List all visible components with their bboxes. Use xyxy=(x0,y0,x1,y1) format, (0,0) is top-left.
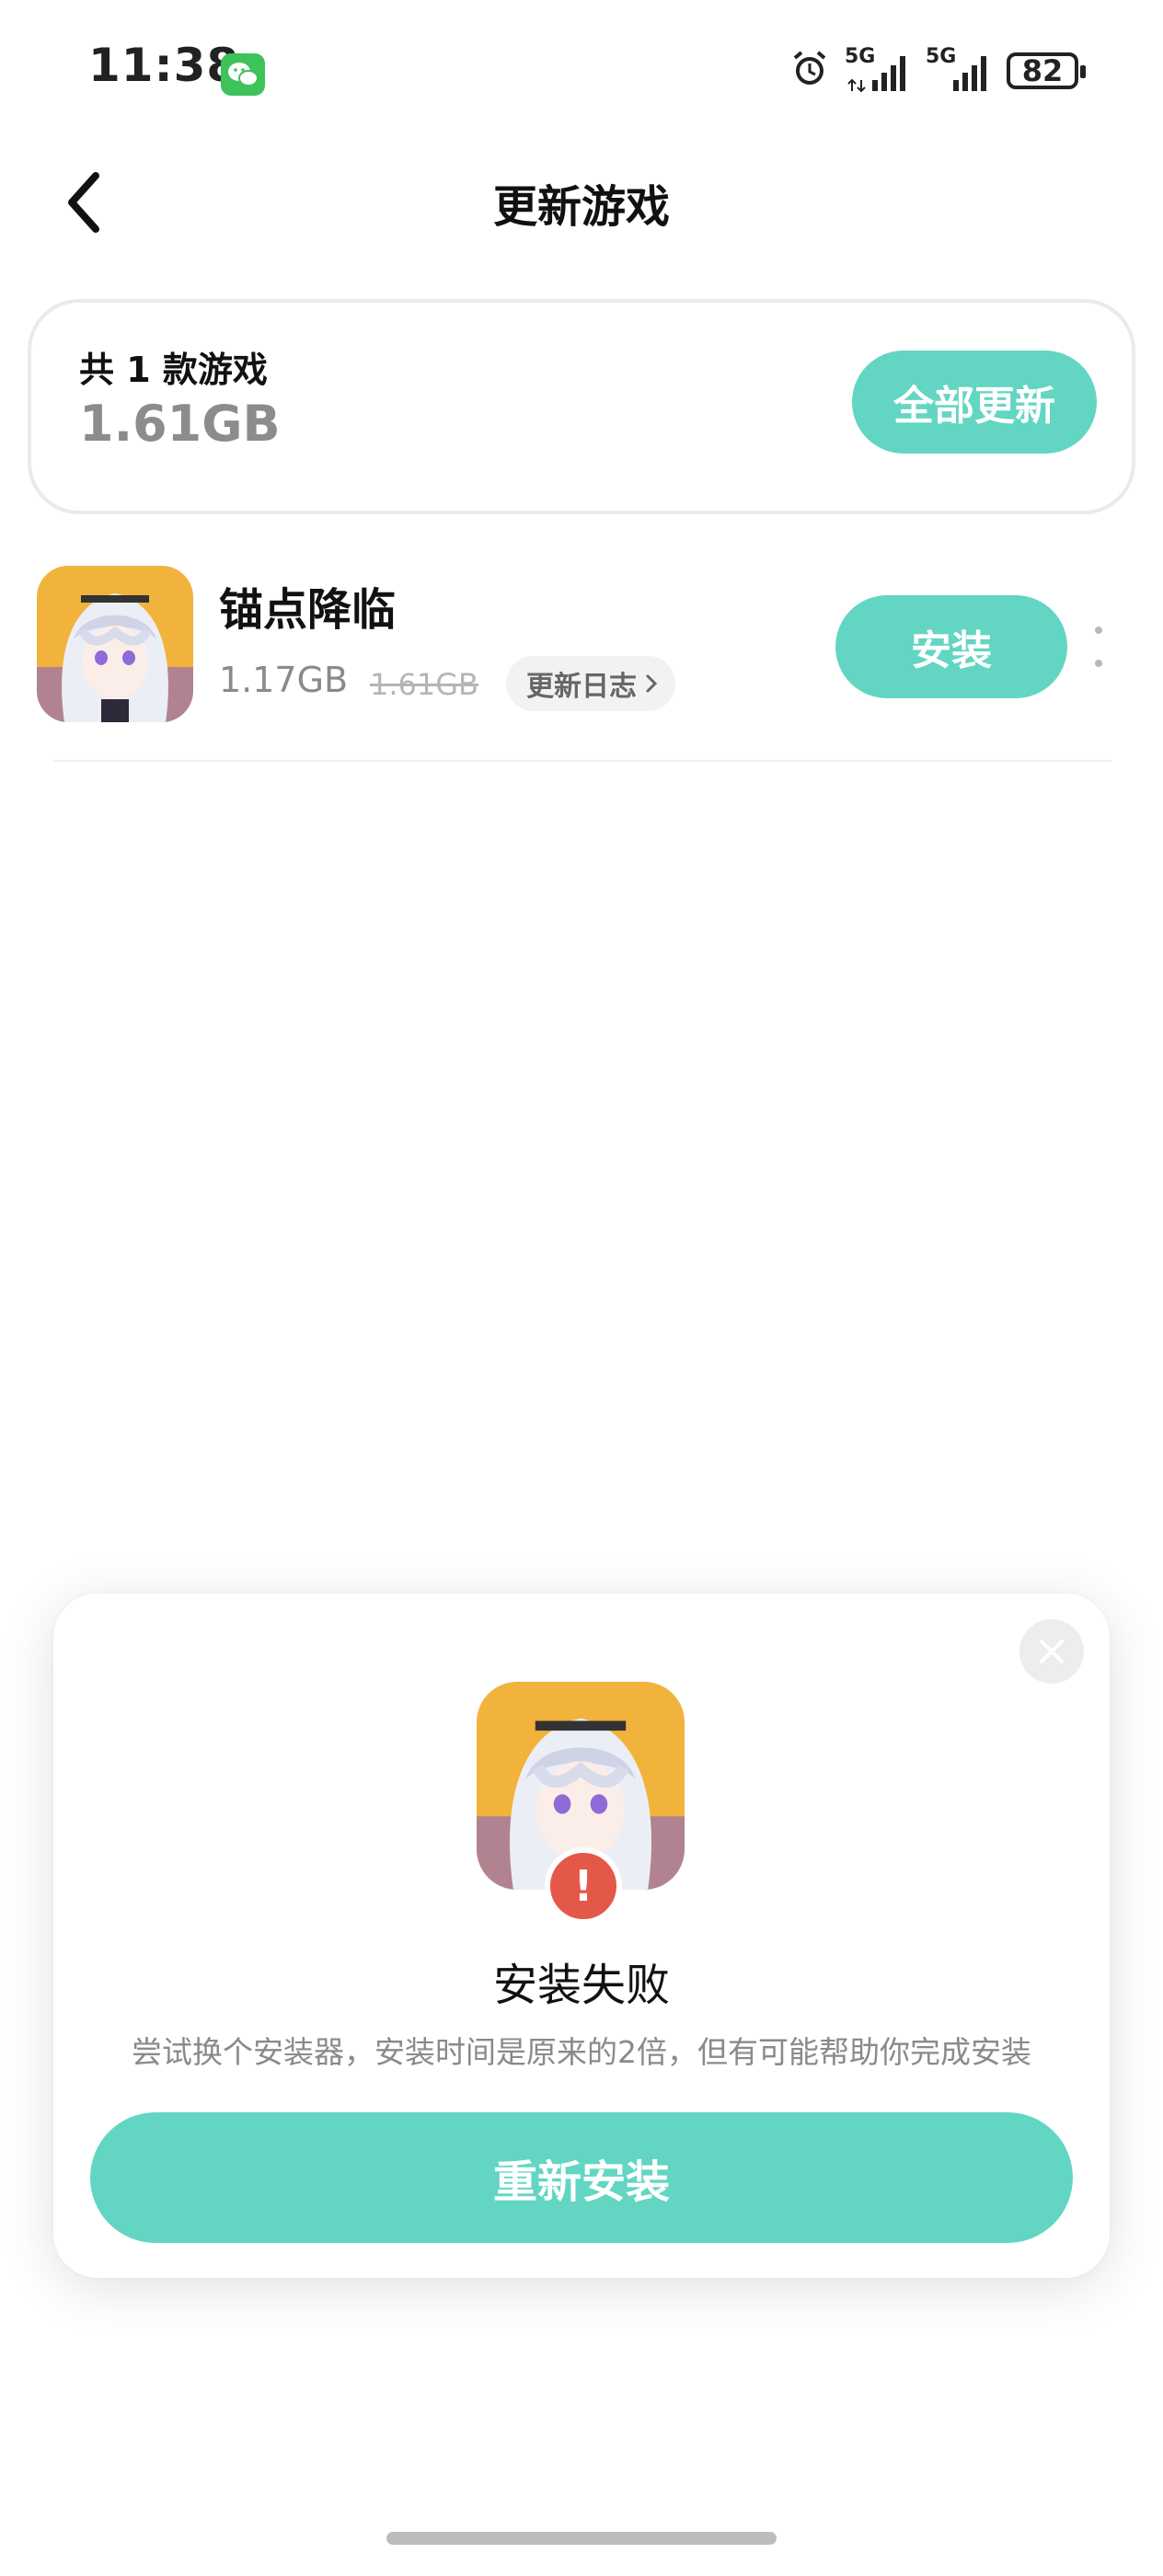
more-options-icon[interactable] xyxy=(1089,627,1108,667)
game-size: 1.17GB xyxy=(219,660,349,700)
close-icon xyxy=(1040,1639,1064,1663)
status-bar: 11:38 5G 5G 82 xyxy=(0,0,1163,129)
game-count: 共 1 款游戏 xyxy=(79,350,268,390)
battery-level: 82 xyxy=(1021,53,1064,88)
signal-5g-icon: 5G xyxy=(845,45,911,93)
battery-icon: 82 xyxy=(1007,52,1086,89)
divider xyxy=(53,760,1111,762)
game-icon xyxy=(37,566,193,722)
dialog-title: 安装失败 xyxy=(492,1960,670,2011)
game-name: 锚点降临 xyxy=(219,584,397,636)
changelog-button[interactable]: 更新日志 xyxy=(506,656,675,711)
status-icons: 5G 5G 82 xyxy=(789,45,1086,94)
install-failed-dialog: ! 安装失败 尝试换个安装器，安装时间是原来的2倍，但有可能帮助你完成安装 重新… xyxy=(53,1593,1110,2278)
error-icon: ! xyxy=(545,1847,622,1925)
status-time: 11:38 xyxy=(88,39,240,92)
home-indicator[interactable] xyxy=(386,2532,777,2545)
install-button[interactable]: 安装 xyxy=(835,595,1067,698)
game-old-size: 1.61GB xyxy=(370,667,478,702)
wechat-icon xyxy=(221,53,265,96)
list-item[interactable]: 锚点降临 1.17GB 1.61GB 更新日志 安装 xyxy=(37,566,1126,764)
close-button[interactable] xyxy=(1019,1619,1084,1684)
signal-5g-icon: 5G xyxy=(926,45,992,93)
dialog-description: 尝试换个安装器，安装时间是原来的2倍，但有可能帮助你完成安装 xyxy=(132,2034,1031,2070)
alarm-icon xyxy=(789,49,830,93)
total-size: 1.61GB xyxy=(79,395,281,453)
update-all-button[interactable]: 全部更新 xyxy=(852,351,1097,454)
chevron-right-icon xyxy=(646,674,658,693)
reinstall-button[interactable]: 重新安装 xyxy=(90,2112,1073,2243)
changelog-label: 更新日志 xyxy=(526,671,637,703)
page-title: 更新游戏 xyxy=(492,181,670,233)
summary-card: 共 1 款游戏 1.61GB 全部更新 xyxy=(28,299,1135,514)
